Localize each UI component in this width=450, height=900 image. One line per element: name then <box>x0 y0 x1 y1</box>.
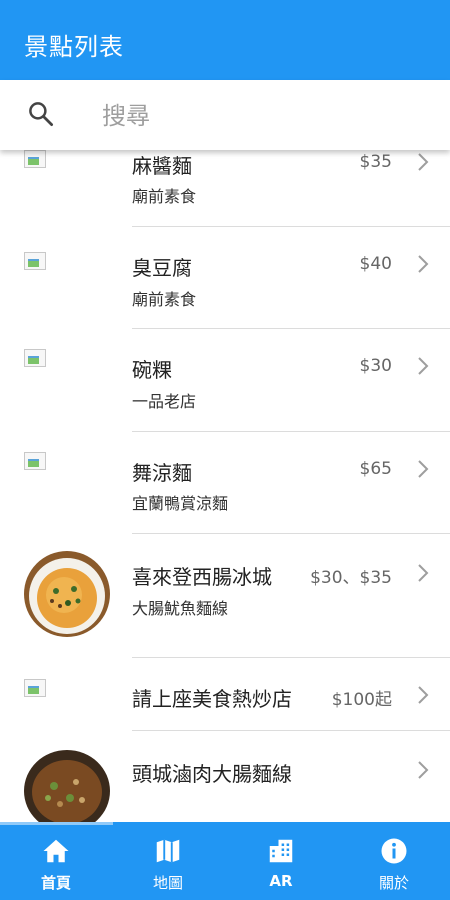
tab-ar[interactable]: AR <box>225 822 337 900</box>
attraction-list: 麻醬麵 廟前素食 $35 臭豆腐 廟前素食 $40 碗粿 一品老店 $30 舞涼… <box>0 150 450 822</box>
thumbnail-broken-image <box>24 349 46 367</box>
item-price: $40 <box>359 254 392 274</box>
item-price: $65 <box>359 459 392 479</box>
item-price: $30 <box>359 356 392 376</box>
chevron-right-icon <box>418 255 429 273</box>
search-icon[interactable] <box>26 99 56 129</box>
item-name: 麻醬麵 <box>132 154 192 178</box>
tab-label: 關於 <box>378 874 409 892</box>
item-name: 喜來登西腸冰城 <box>132 565 272 589</box>
building-icon <box>269 839 293 863</box>
chevron-right-icon <box>418 357 429 375</box>
thumbnail-broken-image <box>24 452 46 470</box>
item-name: 頭城滷肉大腸麵線 <box>132 762 292 786</box>
tab-home[interactable]: 首頁 <box>0 822 112 900</box>
thumbnail-broken-image <box>24 150 46 168</box>
map-icon <box>156 839 180 863</box>
tab-about[interactable]: 關於 <box>338 822 450 900</box>
list-item[interactable]: 臭豆腐 廟前素食 $40 <box>0 227 450 328</box>
search-input[interactable] <box>100 96 424 136</box>
search-bar[interactable] <box>0 80 450 150</box>
item-subtitle: 大腸魷魚麵線 <box>132 599 229 618</box>
list-item[interactable]: 請上座美食熱炒店 $100起 <box>0 658 450 730</box>
item-subtitle: 宜蘭鴨賞涼麵 <box>132 494 229 513</box>
thumbnail-broken-image <box>24 679 46 697</box>
chevron-right-icon <box>418 153 429 171</box>
list-item[interactable]: 麻醬麵 廟前素食 $35 <box>0 150 450 226</box>
page-title: 景點列表 <box>24 33 124 61</box>
tab-label: 地圖 <box>152 874 183 892</box>
item-price: $35 <box>359 152 392 172</box>
thumbnail-broken-image <box>24 252 46 270</box>
chevron-right-icon <box>418 460 429 478</box>
chevron-right-icon <box>418 564 429 582</box>
thumbnail-photo <box>24 750 110 822</box>
item-name: 臭豆腐 <box>132 256 192 280</box>
chevron-right-icon <box>418 761 429 779</box>
item-subtitle: 一品老店 <box>132 392 197 411</box>
item-price: $100起 <box>331 690 392 710</box>
tab-label: 首頁 <box>40 874 71 892</box>
list-item[interactable]: 喜來登西腸冰城 大腸魷魚麵線 $30、$35 <box>0 534 450 657</box>
item-name: 舞涼麵 <box>132 461 192 485</box>
list-item[interactable]: 頭城滷肉大腸麵線 <box>0 731 450 822</box>
chevron-right-icon <box>418 686 429 704</box>
info-icon <box>381 838 407 864</box>
item-subtitle: 廟前素食 <box>132 187 197 206</box>
list-item[interactable]: 碗粿 一品老店 $30 <box>0 329 450 431</box>
home-icon <box>43 839 69 863</box>
list-item[interactable]: 舞涼麵 宜蘭鴨賞涼麵 $65 <box>0 432 450 533</box>
tab-label: AR <box>269 872 293 890</box>
item-subtitle: 廟前素食 <box>132 290 197 309</box>
item-name: 碗粿 <box>132 358 172 382</box>
app-bar: 景點列表 <box>0 0 450 80</box>
tab-map[interactable]: 地圖 <box>112 822 224 900</box>
bottom-tab-bar: 首頁 地圖 AR 關於 <box>0 822 450 900</box>
item-price: $30、$35 <box>310 568 392 588</box>
thumbnail-photo <box>24 551 110 637</box>
item-name: 請上座美食熱炒店 <box>132 687 292 711</box>
